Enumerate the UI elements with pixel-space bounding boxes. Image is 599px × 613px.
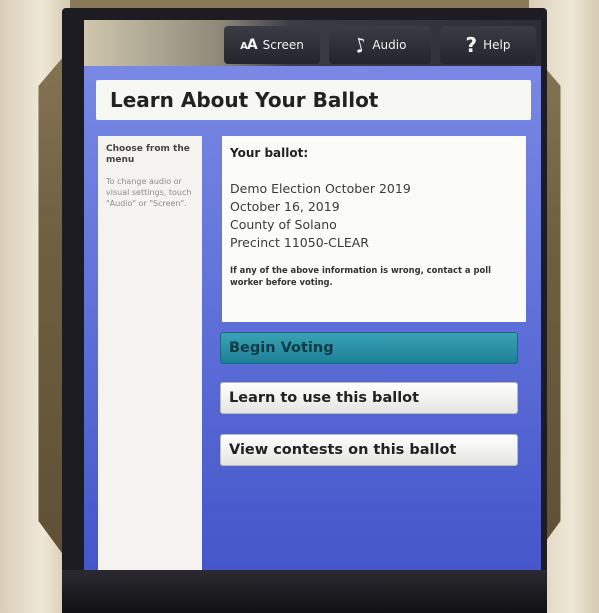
ballot-precinct: Precinct 11050-CLEAR: [230, 235, 369, 250]
ballot-warning-text: If any of the above information is wrong…: [230, 265, 491, 287]
voting-screen: AA Screen ♪ Audio ? Help Learn About You…: [84, 20, 541, 572]
screen-settings-button[interactable]: AA Screen: [224, 26, 320, 64]
audio-button-label: Audio: [372, 38, 407, 52]
page-title: Learn About Your Ballot: [96, 80, 531, 120]
begin-voting-button[interactable]: Begin Voting: [220, 332, 518, 364]
text-size-icon: AA: [240, 37, 258, 53]
learn-ballot-label: Learn to use this ballot: [229, 390, 420, 406]
help-button[interactable]: ? Help: [440, 26, 536, 64]
view-contests-label: View contests on this ballot: [229, 442, 457, 458]
learn-ballot-button[interactable]: Learn to use this ballot: [220, 382, 518, 414]
screen-button-label: Screen: [262, 38, 304, 52]
sidebar-menu: Choose from the menu To change audio or …: [98, 136, 202, 572]
view-contests-button[interactable]: View contests on this ballot: [220, 434, 518, 466]
help-icon: ?: [465, 33, 478, 57]
ballot-heading: Your ballot:: [230, 146, 309, 160]
help-button-label: Help: [483, 38, 511, 52]
audio-icon: ♪: [350, 31, 370, 59]
ballot-election-date: October 16, 2019: [230, 199, 340, 214]
top-toolbar: AA Screen ♪ Audio ? Help: [84, 20, 541, 66]
audio-settings-button[interactable]: ♪ Audio: [329, 26, 431, 64]
begin-voting-label: Begin Voting: [229, 340, 334, 356]
ballot-election-name: Demo Election October 2019: [230, 181, 411, 196]
bezel-bottom-edge: [62, 570, 547, 613]
ballot-county: County of Solano: [230, 217, 337, 232]
sidebar-heading: Choose from the menu: [106, 144, 190, 165]
ballot-info-panel: Your ballot: Demo Election October 2019 …: [222, 136, 526, 322]
sidebar-instructions: To change audio or visual settings, touc…: [106, 177, 192, 208]
